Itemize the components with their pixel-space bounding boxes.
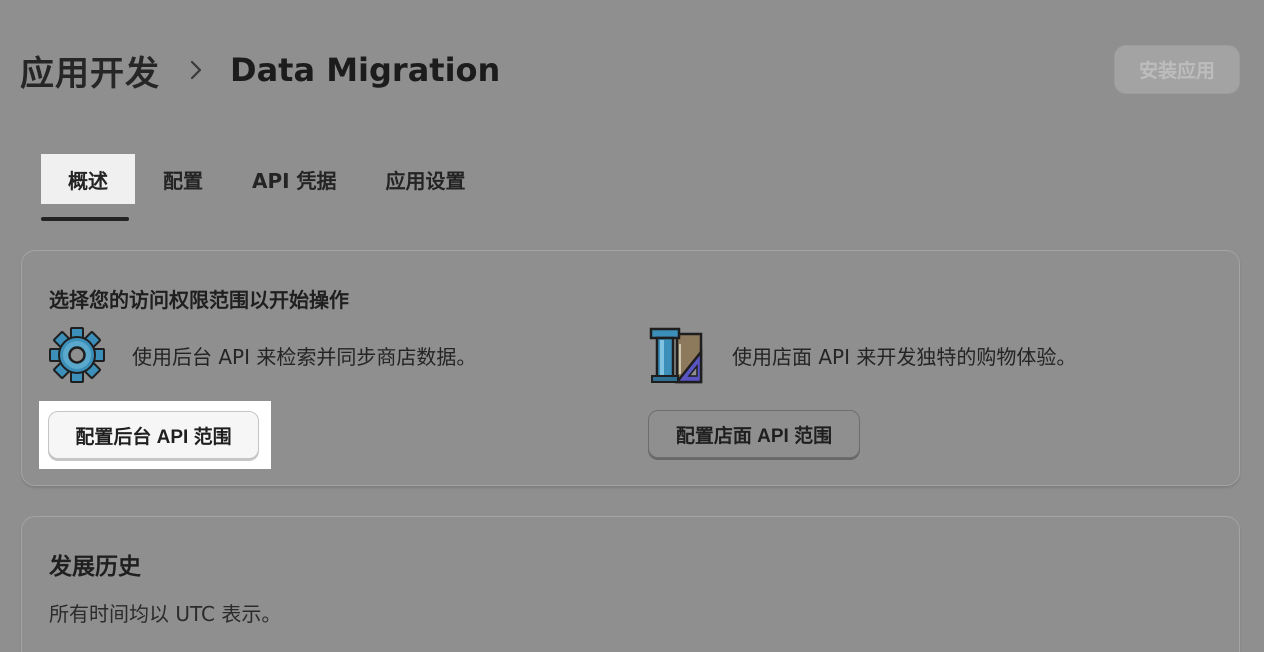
breadcrumb-root-link[interactable]: 应用开发 <box>20 46 160 95</box>
access-scope-card: 选择您的访问权限范围以开始操作 使用后台 API 来检索并同步商店数据。 使用店… <box>21 250 1240 486</box>
tab-app-settings[interactable]: 应用设置 <box>365 154 487 204</box>
configure-storefront-api-scopes-button[interactable]: 配置店面 API 范围 <box>648 410 860 458</box>
page-title: Data Migration <box>230 51 501 89</box>
history-card: 发展历史 所有时间均以 UTC 表示。 <box>21 516 1240 652</box>
breadcrumb: 应用开发 Data Migration <box>20 42 500 98</box>
tab-configuration[interactable]: 配置 <box>142 154 224 204</box>
gear-icon <box>48 326 106 384</box>
storefront-tools-icon <box>648 326 706 384</box>
access-scope-title: 选择您的访问权限范围以开始操作 <box>49 288 349 312</box>
tab-overview[interactable]: 概述 <box>41 154 135 221</box>
history-title: 发展历史 <box>49 554 141 580</box>
storefront-api-description: 使用店面 API 来开发独特的购物体验。 <box>732 344 1077 369</box>
history-timezone-note: 所有时间均以 UTC 表示。 <box>49 602 282 626</box>
admin-api-option: 使用后台 API 来检索并同步商店数据。 <box>48 326 476 384</box>
admin-scope-button-highlight: 配置后台 API 范围 <box>39 401 271 469</box>
tab-bar: 概述 配置 API 凭据 应用设置 <box>41 154 487 222</box>
install-app-button[interactable]: 安装应用 <box>1114 45 1240 94</box>
admin-api-description: 使用后台 API 来检索并同步商店数据。 <box>132 344 477 369</box>
storefront-api-option: 使用店面 API 来开发独特的购物体验。 <box>648 326 1076 384</box>
configure-admin-api-scopes-button[interactable]: 配置后台 API 范围 <box>48 411 259 459</box>
tab-api-credentials[interactable]: API 凭据 <box>231 154 358 204</box>
chevron-right-icon <box>182 42 210 98</box>
app-overview-page: 应用开发 Data Migration 安装应用 概述 配置 API 凭据 应用… <box>0 0 1264 652</box>
